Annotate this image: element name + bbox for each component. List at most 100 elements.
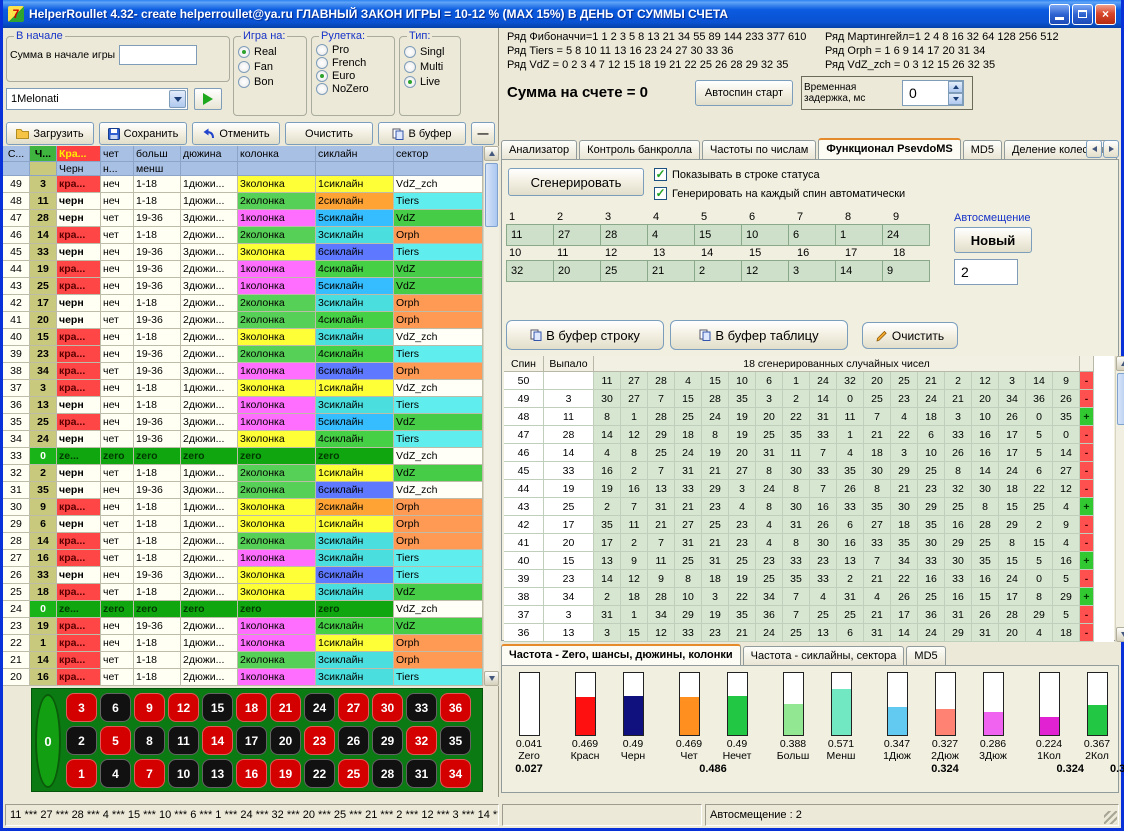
new-button[interactable]: Новый: [954, 227, 1032, 253]
board-number-35[interactable]: 35: [440, 726, 471, 755]
clear-generated-button[interactable]: Очистить: [862, 322, 958, 349]
results-row[interactable]: 3613315123323212425136311424293120418-: [504, 624, 1114, 642]
board-number-34[interactable]: 34: [440, 759, 471, 788]
history-row[interactable]: 4419кра...неч19-362дюжи...1колонка4сикла…: [3, 261, 483, 278]
results-row[interactable]: 49330277152835321402523242120343626-: [504, 390, 1114, 408]
history-row[interactable]: 4728чернчет19-363дюжи...1колонка5сиклайн…: [3, 210, 483, 227]
board-number-9[interactable]: 9: [134, 693, 165, 722]
results-row[interactable]: 4614482524192031117418310261617514-: [504, 444, 1114, 462]
copy-table-button[interactable]: В буфер таблицу: [670, 320, 848, 350]
board-number-25[interactable]: 25: [338, 759, 369, 788]
autoshift-input[interactable]: [954, 259, 1018, 285]
history-row[interactable]: 322чернчет1-181дюжи...2колонка1сиклайнVd…: [3, 465, 483, 482]
tab-scroll-right-icon[interactable]: [1103, 140, 1119, 158]
tab-контроль-банкролла[interactable]: Контроль банкролла: [579, 140, 700, 160]
history-row[interactable]: 3923кра...неч19-362дюжи...2колонка4сикла…: [3, 346, 483, 363]
board-number-14[interactable]: 14: [202, 726, 233, 755]
history-row[interactable]: 309кра...неч1-181дюжи...3колонка2сиклайн…: [3, 499, 483, 516]
board-number-4[interactable]: 4: [100, 759, 131, 788]
history-row[interactable]: 373кра...неч1-181дюжи...3колонка1сиклайн…: [3, 380, 483, 397]
tab-частоты-по-числам[interactable]: Частоты по числам: [702, 140, 816, 160]
results-row[interactable]: 4120172731212348301633353029258154-: [504, 534, 1114, 552]
history-row[interactable]: 4325кра...неч19-363дюжи...1колонка5сикла…: [3, 278, 483, 295]
board-number-11[interactable]: 11: [168, 726, 199, 755]
history-row[interactable]: 3834кра...чет19-363дюжи...1колонка6сикла…: [3, 363, 483, 380]
delay-spinner[interactable]: 0: [902, 80, 964, 106]
board-number-19[interactable]: 19: [270, 759, 301, 788]
board-number-24[interactable]: 24: [304, 693, 335, 722]
board-number-22[interactable]: 22: [304, 759, 335, 788]
board-number-1[interactable]: 1: [66, 759, 97, 788]
radio-roulette-french[interactable]: French: [316, 57, 390, 69]
board-number-26[interactable]: 26: [338, 726, 369, 755]
history-row[interactable]: 493кра...неч1-181дюжи...3колонка1сиклайн…: [3, 176, 483, 193]
history-row[interactable]: 330ze...zerozerozerozerozeroVdZ_zch: [3, 448, 483, 465]
freq-tab[interactable]: Частота - сиклайны, сектора: [743, 646, 905, 666]
scroll-up-icon[interactable]: [1116, 356, 1124, 371]
radio-roulette-euro[interactable]: Euro: [316, 70, 390, 82]
history-row[interactable]: 3135черннеч19-363дюжи...2колонка6сиклайн…: [3, 482, 483, 499]
scroll-track[interactable]: [484, 161, 499, 671]
history-row[interactable]: 4217черннеч1-182дюжи...2колонка3сиклайнO…: [3, 295, 483, 312]
tab-md5[interactable]: MD5: [963, 140, 1002, 160]
spinner-down-icon[interactable]: [948, 93, 963, 105]
results-row[interactable]: 421735112127252343126627183516282929-: [504, 516, 1114, 534]
board-number-13[interactable]: 13: [202, 759, 233, 788]
radio-roulette-pro[interactable]: Pro: [316, 44, 390, 56]
history-row[interactable]: 3613черннеч1-182дюжи...1колонка3сиклайнT…: [3, 397, 483, 414]
board-number-18[interactable]: 18: [236, 693, 267, 722]
history-row[interactable]: 4015кра...неч1-182дюжи...3колонка3сиклай…: [3, 329, 483, 346]
results-row[interactable]: 4325273121234830163335302925815254+: [504, 498, 1114, 516]
board-number-2[interactable]: 2: [66, 726, 97, 755]
results-row[interactable]: 3834218281032234743142625161517829+: [504, 588, 1114, 606]
board-number-28[interactable]: 28: [372, 759, 403, 788]
board-number-0[interactable]: 0: [35, 694, 61, 788]
board-number-31[interactable]: 31: [406, 759, 437, 788]
board-number-8[interactable]: 8: [134, 726, 165, 755]
board-number-15[interactable]: 15: [202, 693, 233, 722]
freq-tab[interactable]: MD5: [906, 646, 945, 666]
radio-game-real[interactable]: Real: [238, 46, 302, 58]
history-row[interactable]: 240ze...zerozerozerozerozeroVdZ_zch: [3, 601, 483, 618]
history-scrollbar[interactable]: [483, 146, 499, 686]
board-number-10[interactable]: 10: [168, 759, 199, 788]
board-number-23[interactable]: 23: [304, 726, 335, 755]
resize-grip[interactable]: [1104, 811, 1117, 824]
results-row[interactable]: 39231412981819253533221221633162405-: [504, 570, 1114, 588]
board-number-5[interactable]: 5: [100, 726, 131, 755]
board-number-29[interactable]: 29: [372, 726, 403, 755]
results-row[interactable]: 45331627312127830333530292581424627-: [504, 462, 1114, 480]
collapse-button[interactable]: —: [471, 122, 495, 145]
history-row[interactable]: 4811черннеч1-181дюжи...2колонка2сиклайнT…: [3, 193, 483, 210]
toolbar-button-[interactable]: Очистить: [285, 122, 373, 145]
history-row[interactable]: 2633черннеч19-363дюжи...3колонка6сиклайн…: [3, 567, 483, 584]
board-number-7[interactable]: 7: [134, 759, 165, 788]
history-row[interactable]: 4614кра...чет1-182дюжи...2колонка3сиклай…: [3, 227, 483, 244]
preset-combo[interactable]: 1Melonati: [6, 88, 188, 110]
results-row[interactable]: 441919161333293248726821233230182212-: [504, 480, 1114, 498]
history-row[interactable]: 2319кра...неч19-362дюжи...1колонка4сикла…: [3, 618, 483, 635]
results-scrollbar[interactable]: [1115, 356, 1124, 642]
history-row[interactable]: 2016кра...чет1-182дюжи...1колонка3сиклай…: [3, 669, 483, 686]
radio-roulette-nozero[interactable]: NoZero: [316, 83, 390, 95]
scroll-thumb[interactable]: [485, 163, 498, 227]
history-row[interactable]: 3525кра...неч19-363дюжи...1колонка5сикла…: [3, 414, 483, 431]
history-row[interactable]: 2814кра...чет1-182дюжи...2колонка3сиклай…: [3, 533, 483, 550]
radio-type-live[interactable]: Live: [404, 76, 456, 88]
tab-анализатор[interactable]: Анализатор: [501, 140, 577, 160]
radio-game-bon[interactable]: Bon: [238, 76, 302, 88]
board-number-6[interactable]: 6: [100, 693, 131, 722]
scroll-thumb[interactable]: [1117, 373, 1124, 425]
minimize-button[interactable]: [1049, 4, 1070, 25]
results-row[interactable]: 4015139112531252333231373433303515516+: [504, 552, 1114, 570]
board-number-12[interactable]: 12: [168, 693, 199, 722]
history-row[interactable]: 2114кра...чет1-182дюжи...2колонка3сиклай…: [3, 652, 483, 669]
results-row[interactable]: 50112728415106124322025212123149-: [504, 372, 1114, 390]
board-number-3[interactable]: 3: [66, 693, 97, 722]
board-number-27[interactable]: 27: [338, 693, 369, 722]
copy-row-button[interactable]: В буфер строку: [506, 320, 664, 350]
results-row[interactable]: 4811812825241920223111741831026035+: [504, 408, 1114, 426]
board-number-20[interactable]: 20: [270, 726, 301, 755]
board-number-33[interactable]: 33: [406, 693, 437, 722]
close-button[interactable]: ×: [1095, 4, 1116, 25]
